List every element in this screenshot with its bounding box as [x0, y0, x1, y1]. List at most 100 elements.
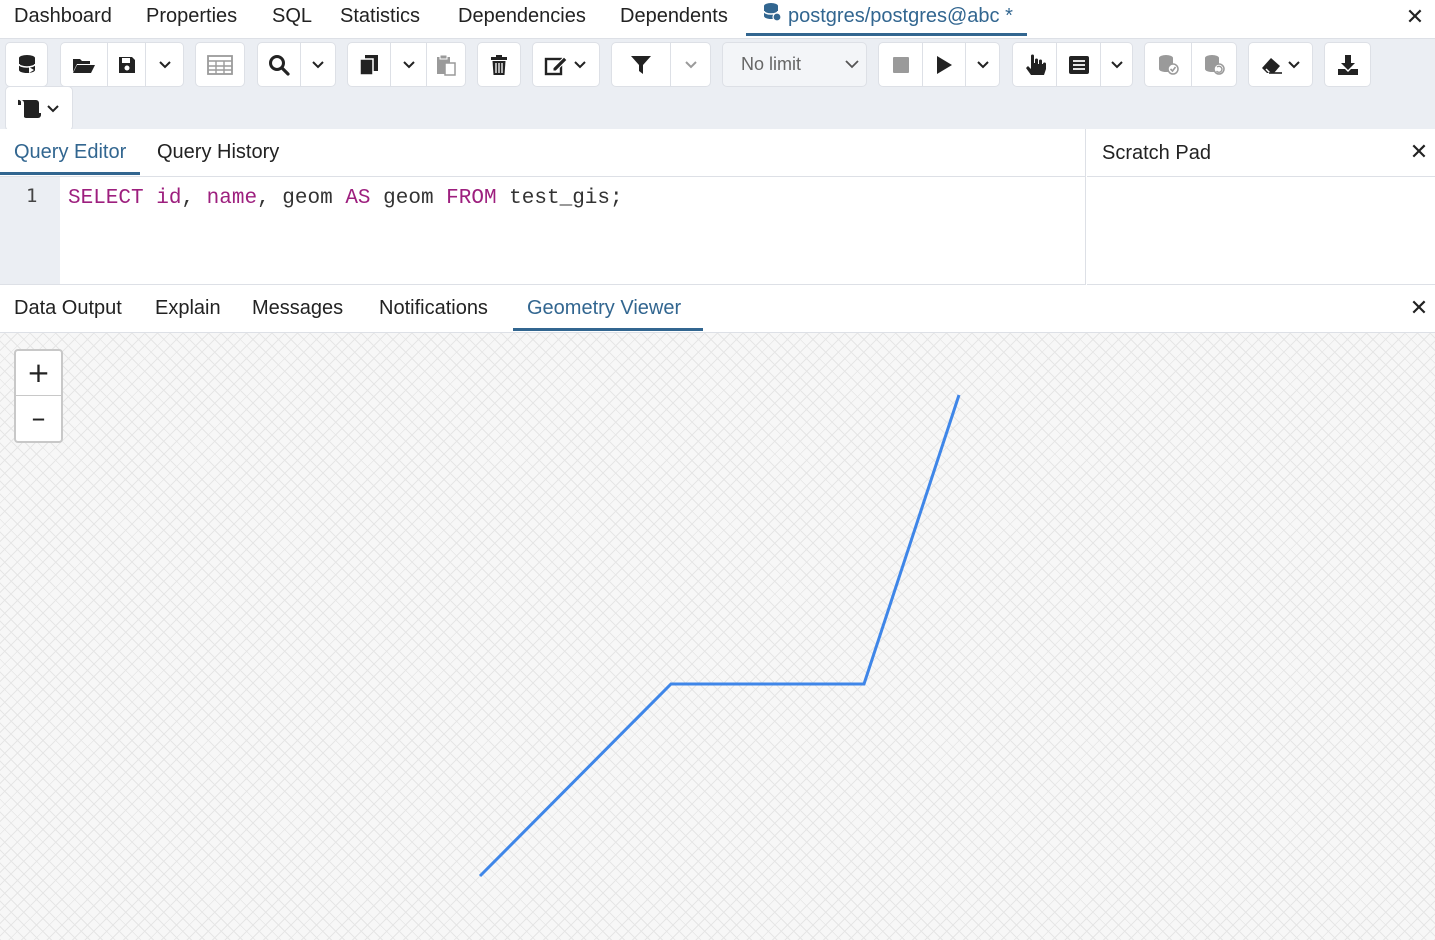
filter-button-group: [611, 42, 711, 87]
tab-notifications[interactable]: Notifications: [365, 285, 502, 331]
copy-button[interactable]: [348, 43, 390, 86]
copy-dropdown-button[interactable]: [390, 43, 426, 86]
scratch-pad-panel: Scratch Pad ✕: [1087, 129, 1435, 285]
tab-dependents[interactable]: Dependents: [620, 0, 728, 36]
line-number-gutter: 1: [0, 177, 60, 284]
tab-data-output[interactable]: Data Output: [0, 285, 136, 331]
scratch-pad-tab-bar: Scratch Pad ✕: [1087, 129, 1435, 177]
execute-button[interactable]: [922, 43, 965, 86]
edit-icon: [544, 55, 586, 75]
rollback-button[interactable]: [1191, 43, 1236, 86]
search-icon: [269, 54, 290, 76]
tab-geometry-viewer[interactable]: Geometry Viewer: [513, 285, 703, 331]
tab-query-tool-label: postgres/postgres@abc *: [788, 5, 1013, 27]
commit-button[interactable]: [1145, 43, 1191, 86]
database-undo-icon: [1205, 54, 1225, 75]
code-token: name: [206, 187, 258, 210]
find-button[interactable]: [258, 43, 300, 86]
code-token: test_gis;: [496, 187, 623, 210]
copy-icon: [359, 54, 378, 76]
paste-button[interactable]: [426, 43, 465, 86]
sql-code-line[interactable]: SELECT id, name, geom AS geom FROM test_…: [68, 187, 623, 210]
linestring-geometry[interactable]: [478, 394, 961, 878]
stop-button[interactable]: [879, 43, 922, 86]
macros-button[interactable]: [5, 86, 73, 131]
find-button-group: [257, 42, 336, 87]
zoom-control: + –: [14, 349, 63, 443]
explain-dropdown-button[interactable]: [1100, 43, 1132, 86]
open-file-button[interactable]: [61, 43, 107, 86]
save-file-button[interactable]: [107, 43, 145, 86]
tab-dependencies[interactable]: Dependencies: [458, 0, 586, 36]
download-icon: [1337, 54, 1358, 75]
results-tab-bar: Data Output Explain Messages Notificatio…: [0, 285, 1435, 333]
clear-button[interactable]: [1248, 42, 1313, 87]
explain-button[interactable]: [1013, 43, 1056, 86]
folder-open-icon: [73, 58, 95, 73]
chevron-down-icon: [312, 60, 324, 68]
code-token: ,: [181, 187, 207, 210]
tab-messages[interactable]: Messages: [238, 285, 357, 331]
database-check-icon: [1159, 54, 1179, 75]
code-token: , geom: [257, 187, 346, 210]
save-icon: [118, 56, 135, 73]
code-token: FROM: [446, 187, 497, 210]
download-button[interactable]: [1324, 42, 1371, 87]
copy-button-group: [347, 42, 466, 87]
stop-icon: [892, 56, 909, 73]
tab-statistics[interactable]: Statistics: [340, 0, 420, 36]
tab-dashboard[interactable]: Dashboard: [14, 0, 112, 36]
code-token: SELECT: [68, 187, 144, 210]
chevron-down-icon: [158, 60, 171, 68]
execute-button-group: [878, 42, 1000, 87]
top-tab-bar: Dashboard Properties SQL Statistics Depe…: [0, 0, 1435, 39]
connection-button[interactable]: [5, 42, 48, 87]
delete-button[interactable]: [477, 42, 521, 87]
editor-tab-bar: Query Editor Query History: [0, 129, 1085, 177]
save-data-button[interactable]: [195, 42, 245, 87]
chevron-down-icon: [402, 60, 415, 68]
find-dropdown-button[interactable]: [300, 43, 335, 86]
code-token: id: [156, 187, 182, 210]
close-icon[interactable]: ✕: [1401, 4, 1429, 32]
close-icon[interactable]: ✕: [1407, 141, 1431, 165]
table-icon: [207, 54, 233, 75]
filter-button[interactable]: [612, 43, 670, 86]
tab-query-history[interactable]: Query History: [143, 129, 293, 175]
chevron-down-icon: [845, 60, 859, 69]
explain-button-group: [1012, 42, 1133, 87]
trash-icon: [491, 54, 507, 75]
filter-icon: [631, 55, 651, 74]
query-toolbar: No limit: [0, 39, 1435, 131]
play-icon: [937, 55, 952, 74]
chevron-down-icon: [1110, 60, 1123, 68]
execute-dropdown-button[interactable]: [965, 43, 999, 86]
tab-query-tool[interactable]: postgres/postgres@abc *: [746, 0, 1027, 36]
code-token: AS: [345, 187, 371, 210]
tab-explain[interactable]: Explain: [141, 285, 235, 331]
query-editor-panel: Query Editor Query History 1 SELECT id, …: [0, 129, 1086, 285]
tab-properties[interactable]: Properties: [146, 0, 237, 36]
close-icon[interactable]: ✕: [1407, 297, 1431, 321]
code-token: geom: [370, 187, 447, 210]
row-limit-select[interactable]: No limit: [722, 42, 867, 87]
tab-sql[interactable]: SQL: [272, 0, 312, 36]
edit-button[interactable]: [532, 42, 600, 87]
geometry-viewer-map[interactable]: + –: [0, 333, 1435, 940]
tab-query-editor[interactable]: Query Editor: [0, 129, 141, 175]
database-connection-icon: [17, 54, 36, 73]
file-button-group: [60, 42, 184, 87]
filter-dropdown-button[interactable]: [670, 43, 710, 86]
explain-analyze-button[interactable]: [1056, 43, 1100, 86]
zoom-in-button[interactable]: +: [16, 351, 61, 396]
geometry-canvas: [478, 394, 961, 878]
list-alt-icon: [1068, 55, 1089, 74]
zoom-out-button[interactable]: –: [16, 396, 61, 441]
database-icon: [762, 0, 782, 33]
chevron-down-icon: [684, 60, 697, 68]
save-dropdown-button[interactable]: [145, 43, 183, 86]
paste-icon: [437, 54, 456, 76]
eraser-icon: [1261, 57, 1300, 74]
scroll-icon: [18, 99, 59, 118]
